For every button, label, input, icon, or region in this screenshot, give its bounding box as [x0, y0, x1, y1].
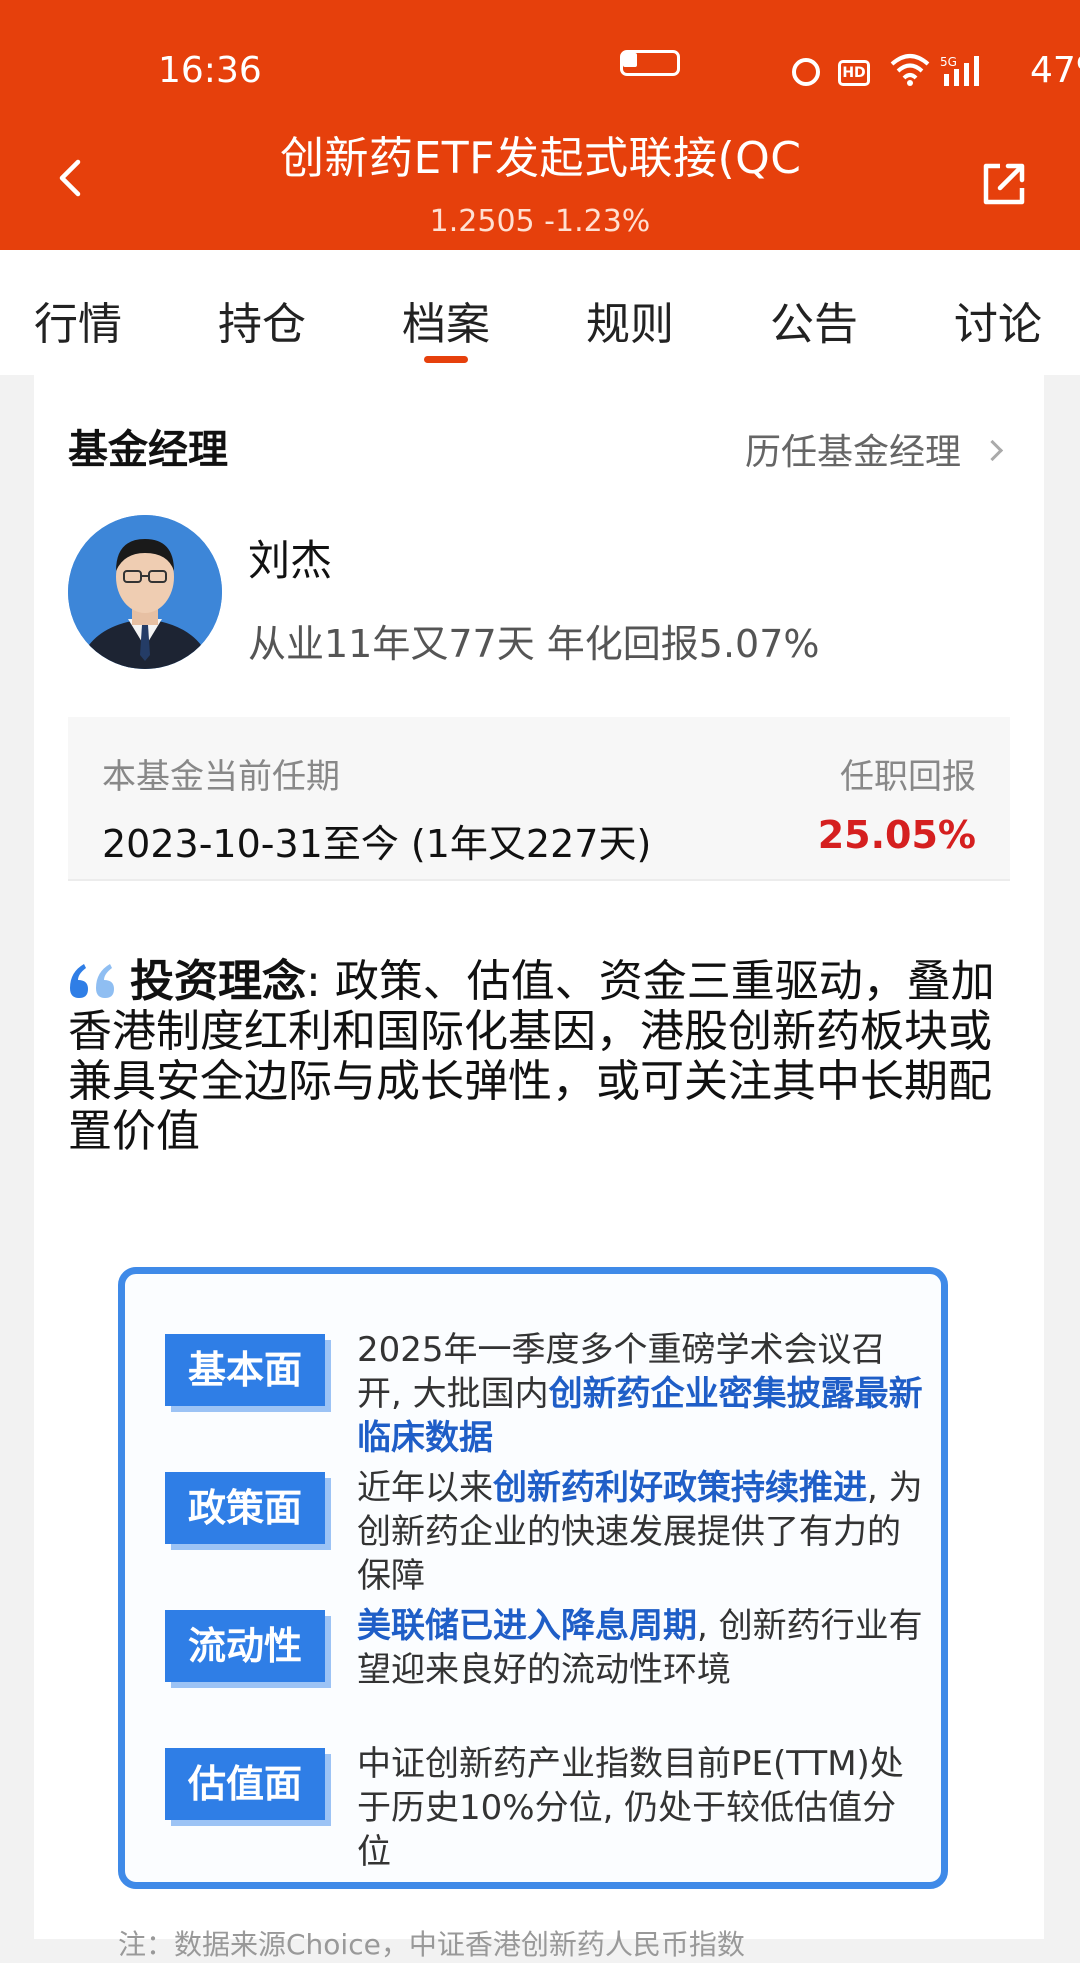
factor-badge: 流动性: [165, 1610, 325, 1682]
wifi-icon: [890, 54, 930, 86]
tenure-dates: 2023-10-31至今 (1年又227天): [102, 822, 652, 866]
factor-text: 中证创新药产业指数目前PE(TTM)处于历史10%分位, 仍处于较低估值分位: [357, 1744, 904, 1872]
tenure-return: 25.05%: [817, 813, 976, 857]
tenure-label: 本基金当前任期: [102, 757, 340, 797]
factor-text: 2025年一季度多个重磅学术会议召开, 大批国内创新药企业密集披露最新临床数据: [357, 1330, 923, 1458]
factor-badge: 基本面: [165, 1334, 325, 1406]
share-icon[interactable]: [978, 158, 1030, 210]
factor-text: 近年以来创新药利好政策持续推进, 为创新药企业的快速发展提供了有力的保障: [357, 1468, 923, 1596]
factor-text: 美联储已进入降息周期, 创新药行业有望迎来良好的流动性环境: [357, 1606, 923, 1690]
status-icons: HD 5G 47%: [620, 50, 1080, 100]
active-tab-indicator: [424, 356, 468, 363]
manager-avatar[interactable]: [68, 515, 222, 669]
battery-icon: [620, 50, 680, 76]
section-title: 基金经理: [68, 427, 228, 473]
factor-badge: 估值面: [165, 1748, 325, 1820]
page-title: 创新药ETF发起式联接(QC: [280, 133, 800, 184]
tab-holdings[interactable]: 持仓: [218, 288, 306, 352]
chevron-right-icon: [981, 439, 1004, 461]
tab-announcements[interactable]: 公告: [770, 288, 858, 352]
status-time: 16:36: [158, 50, 262, 91]
tenure-return-label: 任职回报: [840, 757, 976, 797]
quote-icon: [70, 964, 114, 998]
tab-rules[interactable]: 规则: [586, 288, 674, 352]
history-managers-link[interactable]: 历任基金经理: [745, 423, 1004, 475]
hd-icon: HD: [838, 60, 870, 86]
header-bar: 16:36 HD 5G 47% 创新药ETF发起式联接(QC 1.2505 -1…: [0, 0, 1080, 250]
footnote: 注：数据来源Choice，中证香港创新药人民币指数: [118, 1928, 745, 1961]
tab-discussion[interactable]: 讨论: [954, 288, 1042, 352]
investment-philosophy: 投资理念: 政策、估值、资金三重驱动，叠加香港制度红利和国际化基因，港股创新药板…: [68, 956, 995, 1157]
fund-price-change: 1.2505 -1.23%: [429, 204, 651, 239]
tenure-panel: 本基金当前任期 任职回报 2023-10-31至今 (1年又227天) 25.0…: [68, 717, 1010, 881]
philosophy-title: 投资理念: [130, 956, 306, 1007]
svg-text:5G: 5G: [940, 55, 957, 69]
manager-card: 基金经理 历任基金经理 刘杰 从业11年又77天 年化回报5.07% 本基金当前…: [34, 375, 1044, 1961]
manager-experience: 从业11年又77天 年化回报5.07%: [248, 622, 820, 666]
battery-percent: 47%: [1030, 50, 1080, 91]
tab-market[interactable]: 行情: [34, 288, 122, 352]
manager-name: 刘杰: [248, 536, 333, 585]
factor-badge: 政策面: [165, 1472, 325, 1544]
signal-icon: 5G: [940, 55, 979, 86]
alarm-icon: [792, 58, 820, 86]
drivers-infographic: 基本面 2025年一季度多个重磅学术会议召开, 大批国内创新药企业密集披露最新临…: [118, 1267, 948, 1889]
tab-profile[interactable]: 档案: [402, 288, 490, 352]
tab-bar: 行情 持仓 档案 规则 公告 讨论: [0, 250, 1080, 375]
